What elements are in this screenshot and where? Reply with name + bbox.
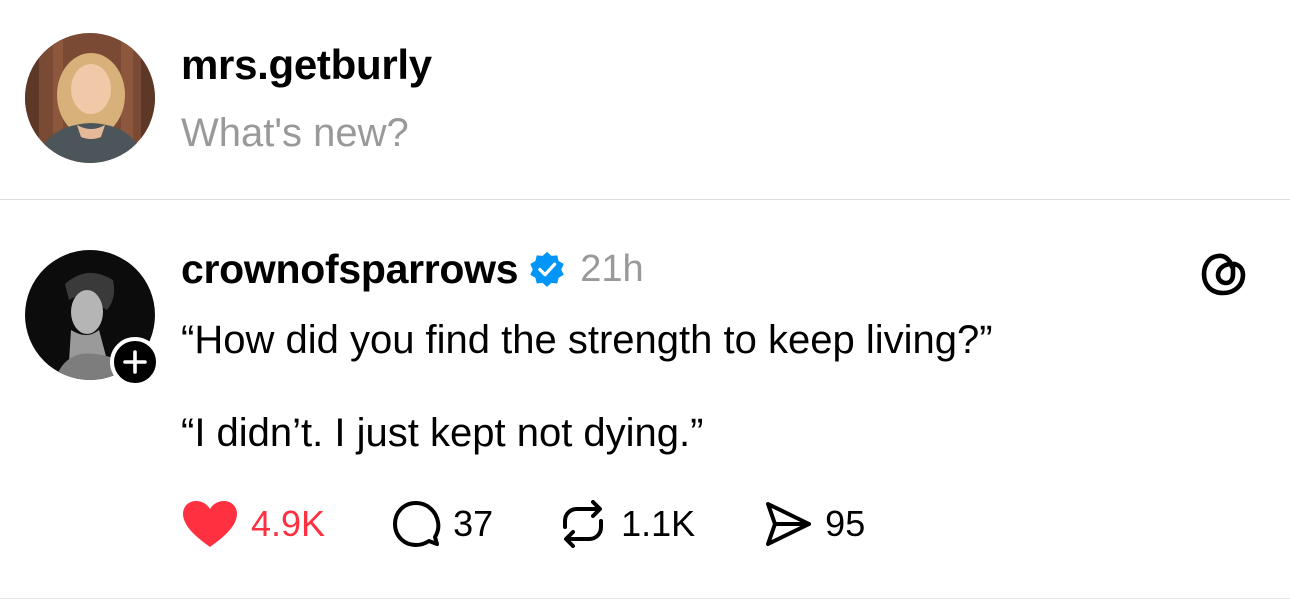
divider	[0, 598, 1290, 599]
thread-post[interactable]: crownofsparrows 21h “How did you find th…	[0, 200, 1290, 614]
reply-count: 37	[453, 503, 494, 544]
heart-icon	[183, 501, 237, 547]
post-actions: 4.9K 37 1.1K 95	[181, 495, 865, 553]
post-text-line: “I didn’t. I just kept not dying.”	[181, 411, 704, 455]
like-button[interactable]: 4.9K	[181, 499, 325, 549]
comment-icon	[393, 501, 441, 547]
composer: mrs.getburly What's new?	[0, 0, 1290, 200]
verified-badge-icon	[528, 250, 566, 288]
composer-avatar[interactable]	[25, 33, 155, 163]
send-icon	[766, 502, 812, 546]
share-count: 95	[825, 503, 866, 544]
post-header: crownofsparrows 21h	[181, 243, 644, 295]
follow-button[interactable]	[110, 337, 160, 387]
like-count: 4.9K	[251, 503, 326, 544]
post-author-name[interactable]: crownofsparrows	[181, 246, 519, 293]
user-avatar-icon	[25, 33, 155, 163]
post-timestamp: 21h	[580, 247, 644, 290]
whats-new-input[interactable]: What's new?	[181, 108, 409, 158]
threads-logo-icon	[1196, 245, 1252, 301]
repost-icon	[563, 500, 604, 548]
repost-button[interactable]: 1.1K	[557, 499, 695, 549]
reply-button[interactable]: 37	[391, 499, 493, 549]
plus-icon	[123, 350, 147, 374]
post-text-line: “How did you find the strength to keep l…	[181, 318, 993, 362]
share-button[interactable]: 95	[763, 499, 865, 549]
composer-username: mrs.getburly	[181, 41, 432, 88]
repost-count: 1.1K	[621, 503, 696, 544]
